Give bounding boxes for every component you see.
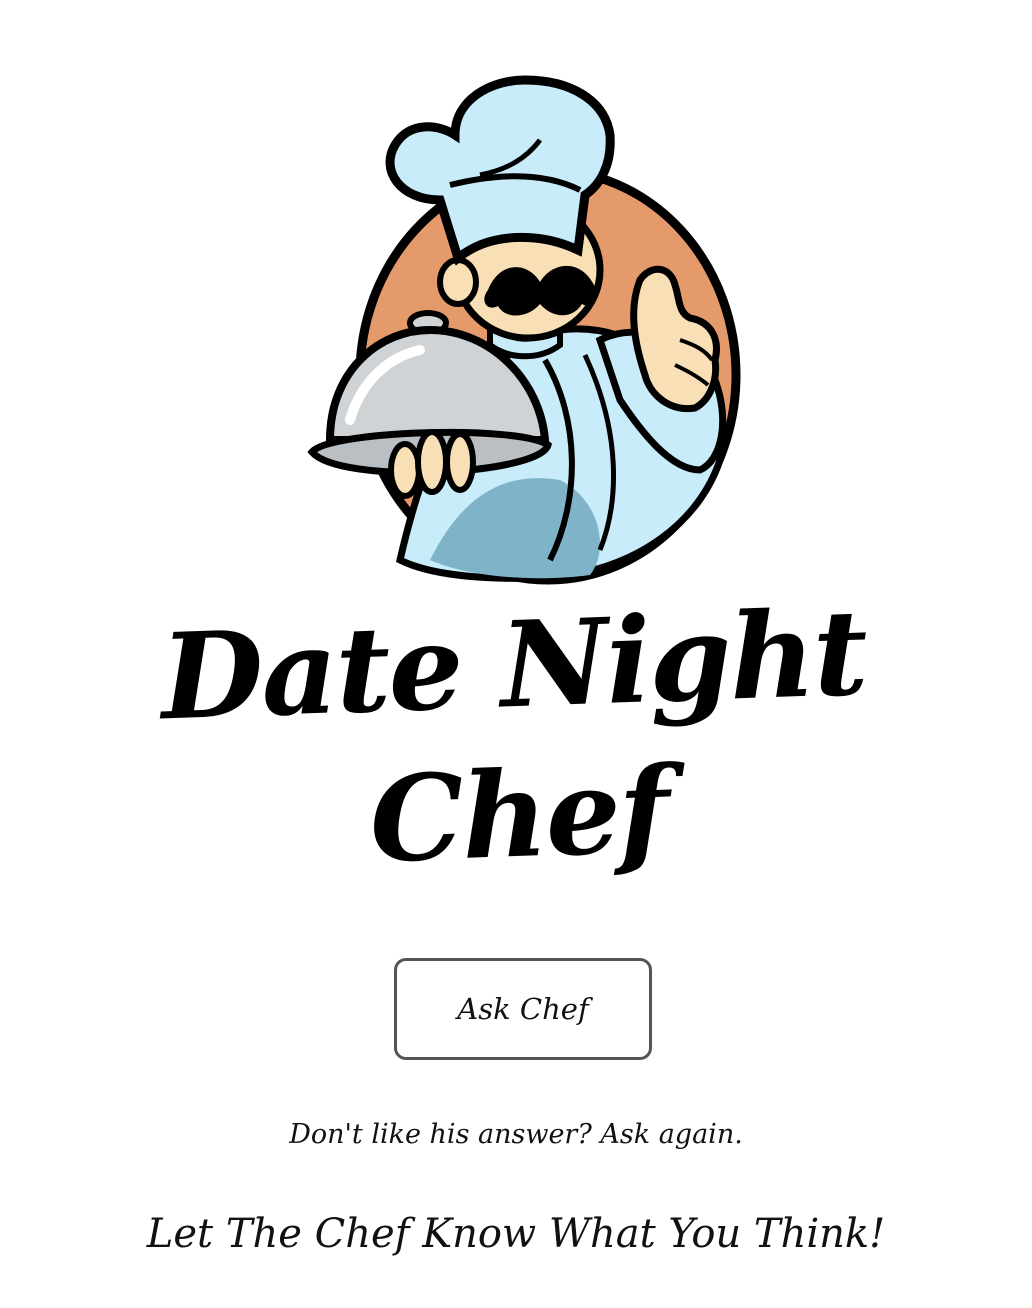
brand-title: Date Night Chef: [158, 582, 869, 890]
ask-again-hint: Don't like his answer? Ask again.: [289, 1119, 743, 1150]
feedback-link[interactable]: Let The Chef Know What You Think!: [0, 1204, 1032, 1264]
brand-logo: Date Night Chef: [0, 0, 1032, 889]
ask-chef-button[interactable]: Ask Chef: [394, 958, 652, 1060]
